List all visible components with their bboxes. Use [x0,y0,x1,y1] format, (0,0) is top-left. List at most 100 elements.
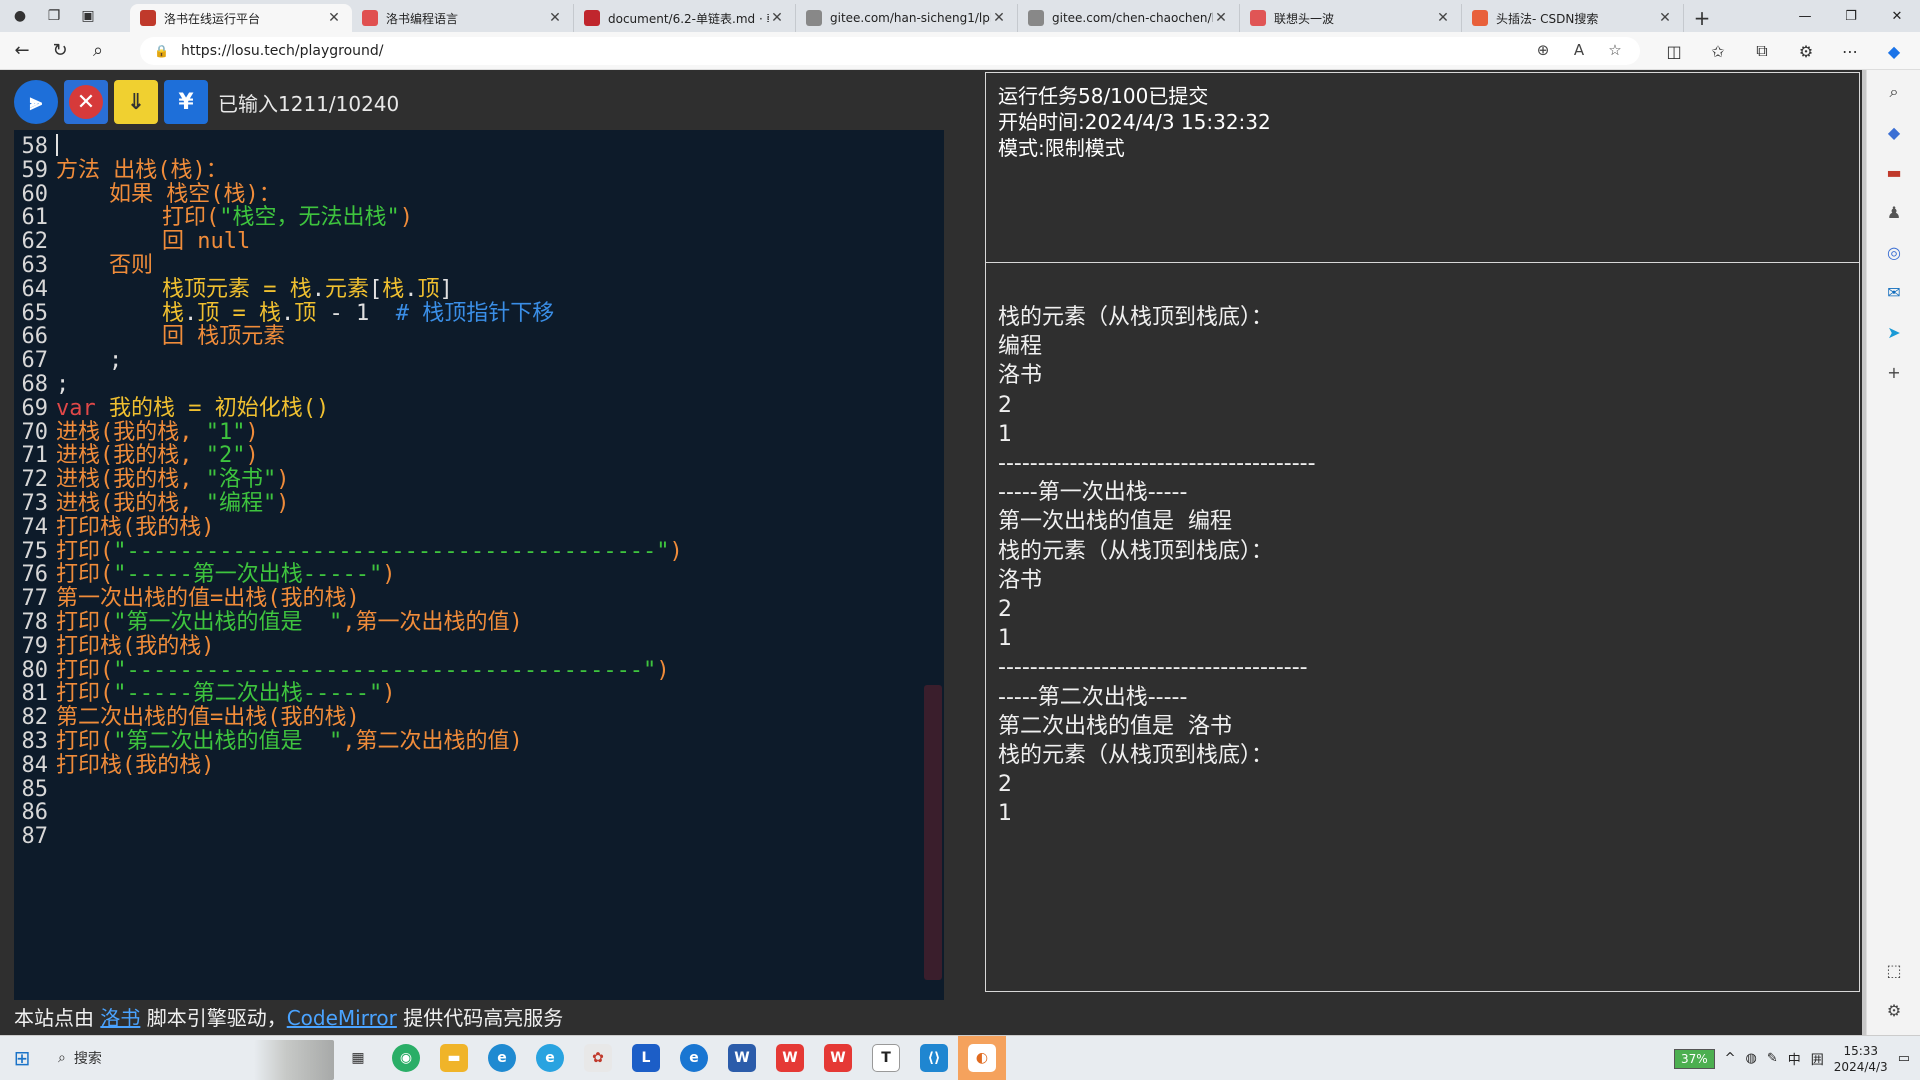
output-line: 洛书 [998,363,1043,389]
tab-close-icon[interactable]: ✕ [1435,10,1451,26]
refresh-button[interactable]: ↻ [44,36,76,66]
collections-toolbar-icon[interactable]: ⧉ [1744,36,1780,66]
output-line: 2 [998,392,1012,418]
restore-button[interactable]: ❐ [1828,0,1874,32]
tab-close-icon[interactable]: ✕ [1657,10,1673,26]
copilot-icon[interactable]: ◆ [1876,36,1912,66]
close-window-button[interactable]: ✕ [1874,0,1920,32]
start-button[interactable]: ⊞ [0,1036,44,1080]
code-line[interactable]: 87 [14,822,944,851]
stop-button[interactable]: ✕ [64,80,108,124]
tab-close-icon[interactable]: ✕ [547,10,563,26]
pen-icon[interactable]: ✎ [1767,1051,1778,1066]
clock-date: 2024/4/3 [1833,1059,1888,1074]
favorites-icon[interactable]: ✩ [1700,36,1736,66]
more-menu-icon[interactable]: ⋯ [1832,36,1868,66]
tab-close-icon[interactable]: ✕ [326,10,342,26]
collections-icon[interactable]: ❐ [44,6,64,26]
url-text[interactable]: https://losu.tech/playground/ [181,43,384,59]
sidebar-m365-icon[interactable]: ◎ [1867,232,1920,272]
browser-tab[interactable]: gitee.com/chen-chaochen/lpk ✕ [1018,4,1240,32]
active-app-icon[interactable]: ◐ [958,1036,1006,1080]
task-view-icon[interactable]: ▦ [334,1036,382,1080]
ime-indicator[interactable]: 中 [1788,1049,1801,1068]
wps-icon-2[interactable]: W [814,1036,862,1080]
ie-icon[interactable]: e [526,1036,574,1080]
edge-icon-2[interactable]: e [670,1036,718,1080]
tab-close-icon[interactable]: ✕ [991,10,1007,26]
code-editor[interactable]: 58 59 方法 出栈(栈)： 60 如果 栈空(栈)： 61 打印("栈空，无法出栈"… [14,130,944,1000]
tab-title: 洛书在线运行平台 [164,11,261,26]
tray-chevron-icon[interactable]: ^ [1725,1051,1736,1066]
browser-tab[interactable]: document/6.2-单链表.md · 韩 ✕ [574,4,796,32]
profile-icon[interactable]: ● [10,6,30,26]
notification-icon[interactable]: ▭ [1898,1051,1910,1066]
edge-icon-1[interactable]: e [478,1036,526,1080]
download-button[interactable]: ⇓ [114,80,158,124]
tab-actions-icon[interactable]: ▣ [78,6,98,26]
run-status: 运行任务58/100已提交 开始时间:2024/4/3 15:32:32 模式:限制… [986,73,1859,263]
qq-icon[interactable]: ◍ [1746,1051,1757,1066]
minimize-button[interactable]: — [1782,0,1828,32]
tab-close-icon[interactable]: ✕ [1213,10,1229,26]
sidebar-games-icon[interactable]: ♟ [1867,192,1920,232]
browser-tab[interactable]: 联想头一波 ✕ [1240,4,1462,32]
sidebar-screenshot-icon[interactable]: ⬚ [1867,950,1920,990]
file-explorer-icon[interactable]: ▬ [430,1036,478,1080]
vscode-icon[interactable]: ⟨⟩ [910,1036,958,1080]
back-button[interactable]: ← [6,36,38,66]
photos-icon[interactable]: ✿ [574,1036,622,1080]
sidebar-tag-icon[interactable]: ◆ [1867,112,1920,152]
sidebar-send-icon[interactable]: ➤ [1867,312,1920,352]
clock[interactable]: 15:33 2024/4/3 [1834,1043,1888,1075]
battery-indicator[interactable]: 37% [1673,1048,1715,1069]
settings-button[interactable]: ¥ [164,80,208,124]
status-line: 开始时间:2024/4/3 15:32:32 [998,110,1271,134]
losu-link[interactable]: 洛书 [100,1006,140,1030]
zoom-icon[interactable]: ⊕ [1530,36,1556,64]
footer-middle: 脚本引擎驱动， [140,1006,287,1030]
edge-sidebar: ⌕ ◆ ▬ ♟ ◎ ✉ ➤ + ⬚ ⚙ [1866,70,1920,1035]
wps-icon-1[interactable]: W [766,1036,814,1080]
output-line: 洛书 [998,567,1043,593]
typora-icon[interactable]: T [862,1036,910,1080]
output-line: 第一次出栈的值是 编程 [998,509,1232,535]
window-controls: — ❐ ✕ [1782,0,1920,32]
favorite-star-icon[interactable]: ☆ [1602,36,1628,64]
new-tab-button[interactable]: + [1684,4,1720,32]
output-line: 2 [998,772,1012,798]
browser-tab[interactable]: gitee.com/han-sicheng1/lpk/✕ [796,4,1018,32]
extensions-icon[interactable]: ⚙ [1788,36,1824,66]
sidebar-toolbox-icon[interactable]: ▬ [1867,152,1920,192]
output-line: 1 [998,421,1012,447]
tab-favicon-icon [1028,10,1044,26]
keyboard-layout-icon[interactable]: 囲 [1811,1049,1824,1068]
lock-icon[interactable]: 🔒 [154,44,169,58]
split-screen-icon[interactable]: ◫ [1656,36,1692,66]
sidebar-search-icon[interactable]: ⌕ [1867,72,1920,112]
browser-tab[interactable]: 头插法- CSDN搜索 ✕ [1462,4,1684,32]
word-icon[interactable]: W [718,1036,766,1080]
address-bar-row: ← ↻ ⌕ 🔒 https://losu.tech/playground/ ⊕ … [0,32,1920,70]
output-line: -----第二次出栈----- [998,684,1188,710]
windows-taskbar: ⊞ ⌕ 搜索 ▦ ◉ ▬ e e ✿ L e W W W T ⟨⟩ ◐ 37% … [0,1035,1920,1080]
lenovo-icon[interactable]: L [622,1036,670,1080]
line-number: 87 [21,824,49,850]
tab-close-icon[interactable]: ✕ [769,10,785,26]
taskbar-search[interactable]: ⌕ 搜索 [44,1040,334,1080]
run-button[interactable]: ⫸ [14,80,58,124]
taskbar-search-icon: ⌕ [58,1050,66,1066]
url-field[interactable]: 🔒 https://losu.tech/playground/ [140,37,1640,65]
codemirror-link[interactable]: CodeMirror [287,1006,397,1030]
sidebar-add-icon[interactable]: + [1867,352,1920,392]
browser-tab[interactable]: 洛书在线运行平台 ✕ [130,4,352,32]
sidebar-settings-icon[interactable]: ⚙ [1867,990,1920,1030]
editor-toolbar: ⫸ ✕ ⇓ ¥ 已输入1211/10240 [14,80,399,124]
tab-title: gitee.com/chen-chaochen/lpk [1052,11,1213,25]
browser-toolbar-right: ◫ ✩ ⧉ ⚙ ⋯ ◆ [1656,36,1920,66]
browser-tab[interactable]: 洛书编程语言 ✕ [352,4,574,32]
sidebar-outlook-icon[interactable]: ✉ [1867,272,1920,312]
wechat-icon[interactable]: ◉ [382,1036,430,1080]
search-icon[interactable]: ⌕ [82,36,114,66]
read-aloud-icon[interactable]: A [1566,36,1592,64]
